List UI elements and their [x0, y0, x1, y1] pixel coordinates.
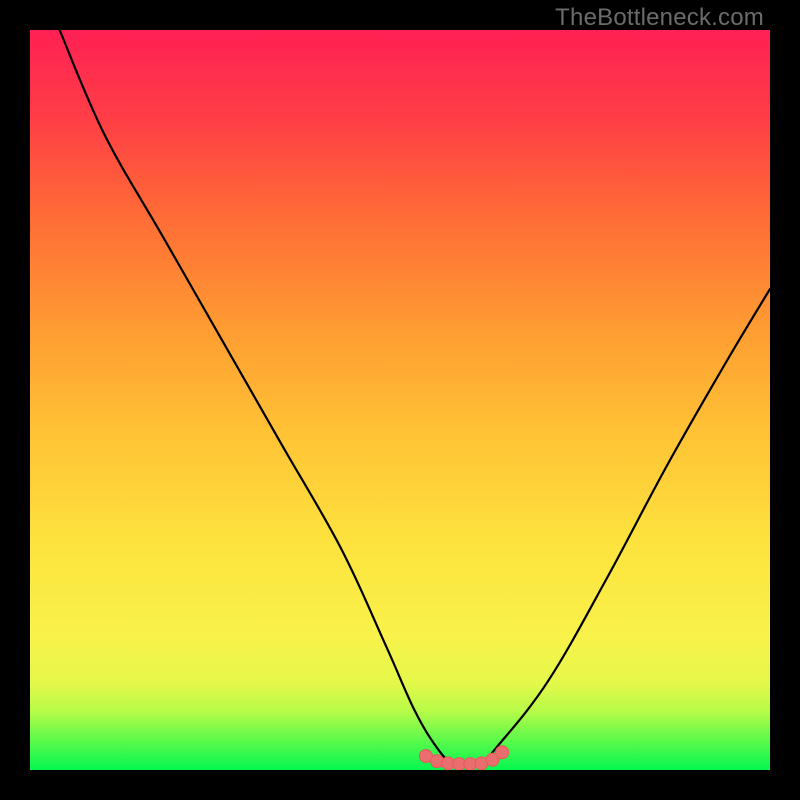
curve-layer: [30, 30, 770, 770]
watermark-text: TheBottleneck.com: [555, 4, 764, 32]
marker-dot: [496, 746, 509, 759]
chart-frame: TheBottleneck.com: [0, 0, 800, 800]
bottleneck-curve: [60, 30, 770, 764]
plot-area: [30, 30, 770, 770]
